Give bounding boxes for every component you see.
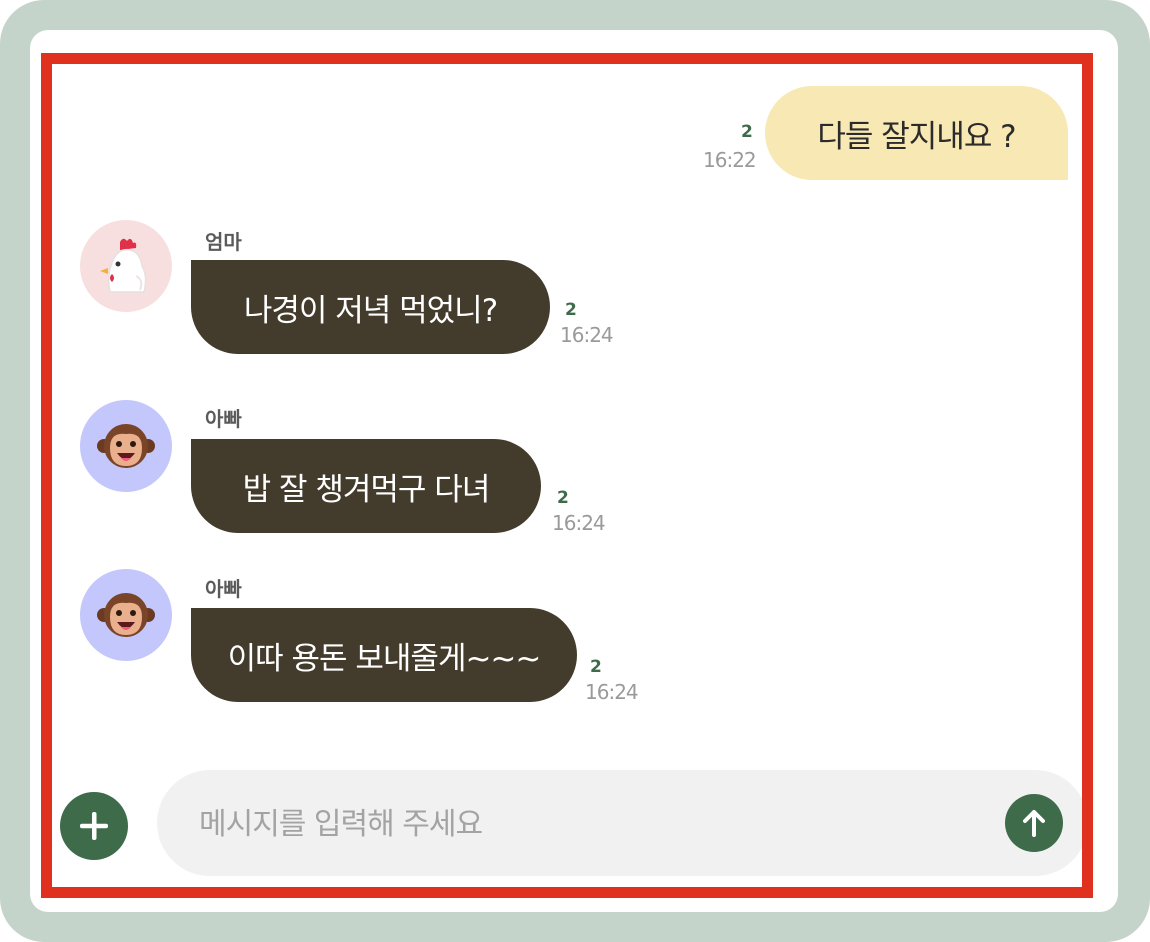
- highlight-border: [41, 53, 1093, 898]
